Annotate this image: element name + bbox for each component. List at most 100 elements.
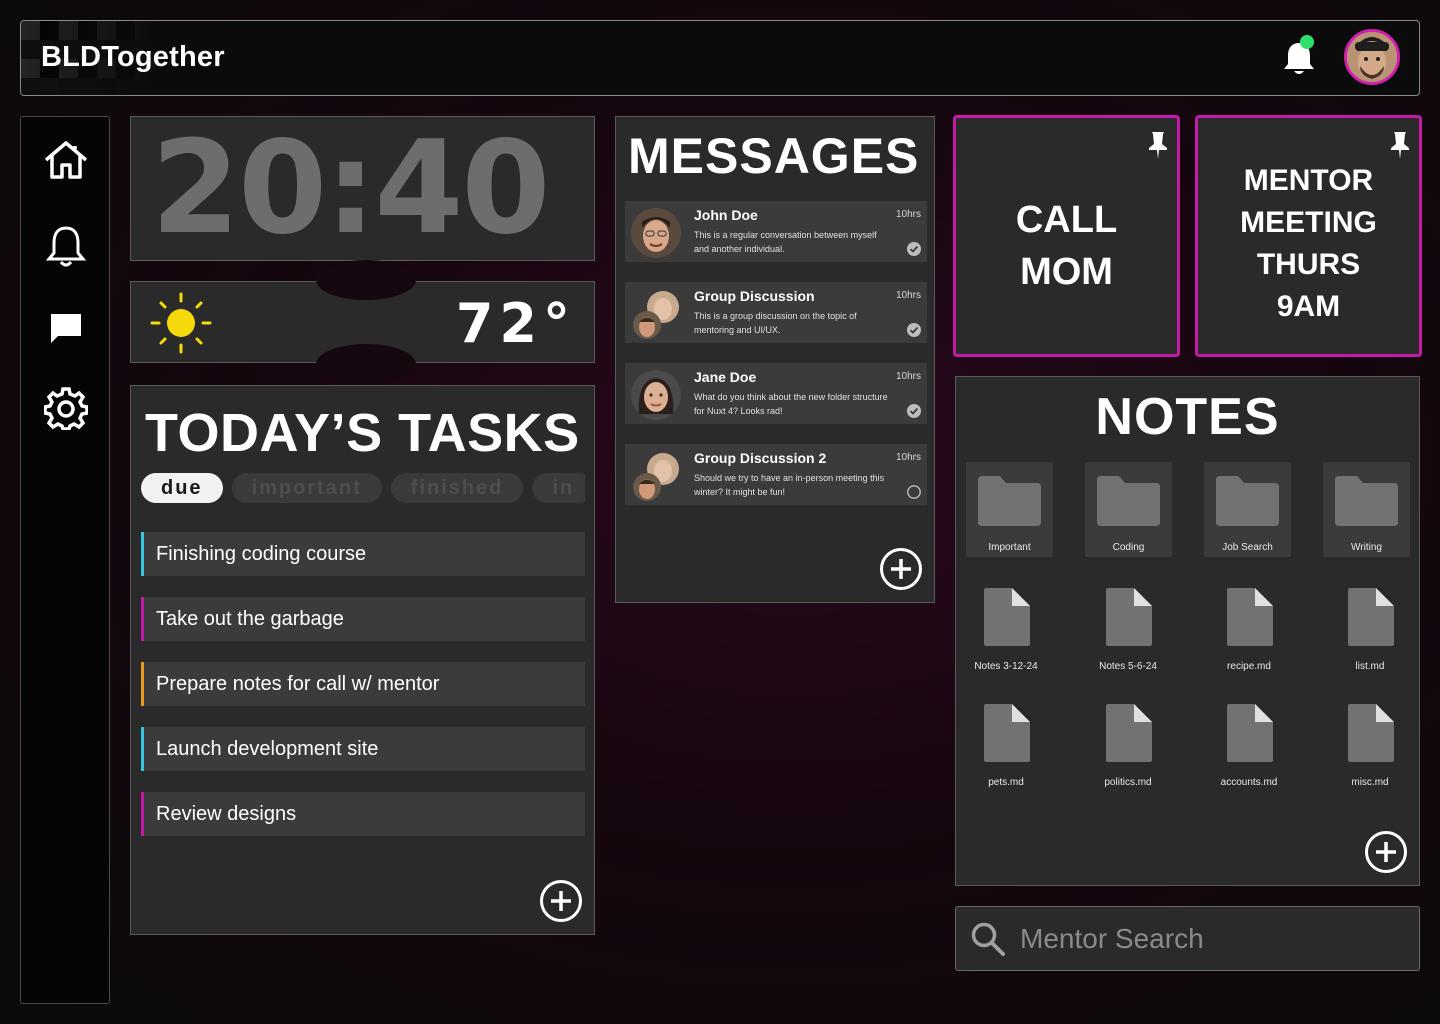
file-label: accounts.md xyxy=(1220,777,1278,788)
folder-job-search[interactable]: Job Search xyxy=(1204,462,1291,557)
tasks-panel: TODAY’S TASKS due important finished in Fin… xyxy=(130,385,595,935)
group-avatar xyxy=(633,453,679,501)
messages-panel: MESSAGES John Doe 10hrs This is a regula… xyxy=(615,116,935,603)
pin-icon[interactable] xyxy=(1147,130,1169,160)
message-sender: Jane Doe xyxy=(694,369,757,385)
file-item[interactable]: Notes 5-6-24 xyxy=(1078,587,1178,687)
messages-title: MESSAGES xyxy=(628,128,920,184)
message-preview: This is a regular conversation between m… xyxy=(694,230,877,254)
folder-writing[interactable]: Writing xyxy=(1323,462,1410,557)
search-icon[interactable] xyxy=(970,921,1006,957)
sticky-note-call-mom[interactable]: CALL MOM xyxy=(953,115,1180,357)
unread-circle-icon xyxy=(907,485,921,499)
message-item[interactable]: Jane Doe 10hrs What do you think about t… xyxy=(625,363,927,424)
sticky-line: MEETING xyxy=(1240,206,1377,239)
message-item[interactable]: Group Discussion 2 10hrs Should we try t… xyxy=(625,444,927,505)
avatar xyxy=(631,208,681,258)
group-avatar xyxy=(633,291,679,339)
notification-dot xyxy=(1300,35,1314,49)
task-filters: due important finished in xyxy=(141,473,585,503)
filter-due[interactable]: due xyxy=(141,473,223,503)
top-bar: BLDTogether xyxy=(20,20,1420,96)
sticky-line: CALL xyxy=(1015,199,1118,241)
file-icon xyxy=(1348,588,1394,646)
message-time: 10hrs xyxy=(895,371,921,382)
gear-icon[interactable] xyxy=(43,385,89,431)
home-icon[interactable] xyxy=(43,137,89,183)
task-label: Review designs xyxy=(156,803,297,825)
sticky-note-mentor-meeting[interactable]: MENTOR MEETING THURS 9AM xyxy=(1195,115,1422,357)
filter-finished[interactable]: finished xyxy=(390,473,524,503)
task-label: Finishing coding course xyxy=(156,543,367,565)
message-preview: Should we try to have an in-person meeti… xyxy=(694,473,885,497)
bell-icon[interactable] xyxy=(43,223,89,269)
filter-important[interactable]: important xyxy=(231,473,382,503)
file-item[interactable]: accounts.md xyxy=(1199,703,1299,803)
folder-important[interactable]: Important xyxy=(966,462,1053,557)
message-sender: John Doe xyxy=(694,207,758,223)
sticky-line: 9AM xyxy=(1276,290,1341,323)
sticky-text: CALL MOM xyxy=(956,194,1177,298)
sticky-line: THURS xyxy=(1256,248,1361,281)
task-item[interactable]: Launch development site xyxy=(141,727,585,771)
message-sender: Group Discussion xyxy=(694,288,815,304)
add-message-button[interactable] xyxy=(879,547,923,591)
read-check-icon xyxy=(907,242,921,256)
app-logo[interactable]: BLDTogether xyxy=(41,41,225,74)
folder-icon xyxy=(1216,476,1279,526)
sun-icon xyxy=(150,292,212,354)
folder-label: Important xyxy=(988,542,1031,553)
file-label: politics.md xyxy=(1104,777,1152,788)
folder-coding[interactable]: Coding xyxy=(1085,462,1172,557)
task-item[interactable]: Prepare notes for call w/ mentor xyxy=(141,662,585,706)
user-avatar[interactable] xyxy=(1344,29,1400,85)
file-item[interactable]: pets.md xyxy=(956,703,1056,803)
clock-widget: 20:40 xyxy=(130,116,595,261)
notes-title: NOTES xyxy=(1095,388,1280,446)
file-icon xyxy=(1227,704,1273,762)
notes-panel: NOTES Important Coding Job Search Writin… xyxy=(955,376,1420,886)
clock-time: 20:40 xyxy=(151,114,550,263)
weather-notch-top xyxy=(316,260,416,300)
tasks-title: TODAY’S TASKS xyxy=(145,403,580,463)
message-time: 10hrs xyxy=(895,452,921,463)
file-label: list.md xyxy=(1355,661,1385,672)
avatar xyxy=(631,370,681,420)
pin-icon[interactable] xyxy=(1389,130,1411,160)
message-item[interactable]: John Doe 10hrs This is a regular convers… xyxy=(625,201,927,262)
folder-label: Coding xyxy=(1112,542,1145,553)
file-label: Notes 3-12-24 xyxy=(974,661,1038,672)
file-item[interactable]: misc.md xyxy=(1320,703,1420,803)
file-item[interactable]: recipe.md xyxy=(1199,587,1299,687)
file-label: misc.md xyxy=(1351,777,1389,788)
chat-icon[interactable] xyxy=(43,305,89,351)
message-time: 10hrs xyxy=(895,209,921,220)
task-label: Prepare notes for call w/ mentor xyxy=(156,673,440,695)
weather-notch-bottom xyxy=(316,344,416,384)
add-task-button[interactable] xyxy=(539,879,583,923)
file-icon xyxy=(1227,588,1273,646)
task-item[interactable]: Finishing coding course xyxy=(141,532,585,576)
task-item[interactable]: Take out the garbage xyxy=(141,597,585,641)
file-icon xyxy=(984,588,1030,646)
temperature: 72° xyxy=(455,292,576,355)
weather-widget: 72° xyxy=(130,260,595,384)
sticky-line: MOM xyxy=(1020,251,1113,293)
folder-label: Job Search xyxy=(1222,542,1273,553)
file-label: Notes 5-6-24 xyxy=(1099,661,1157,672)
add-note-button[interactable] xyxy=(1364,830,1408,874)
file-icon xyxy=(1106,704,1152,762)
file-item[interactable]: list.md xyxy=(1320,587,1420,687)
message-item[interactable]: Group Discussion 10hrs This is a group d… xyxy=(625,282,927,343)
file-label: recipe.md xyxy=(1227,661,1271,672)
mentor-search-input[interactable] xyxy=(1020,921,1400,957)
filter-in[interactable]: in xyxy=(532,473,585,503)
file-item[interactable]: Notes 3-12-24 xyxy=(956,587,1056,687)
read-check-icon xyxy=(907,404,921,418)
file-item[interactable]: politics.md xyxy=(1078,703,1178,803)
task-item[interactable]: Review designs xyxy=(141,792,585,836)
file-icon xyxy=(984,704,1030,762)
file-icon xyxy=(1106,588,1152,646)
message-sender: Group Discussion 2 xyxy=(694,450,827,466)
file-icon xyxy=(1348,704,1394,762)
